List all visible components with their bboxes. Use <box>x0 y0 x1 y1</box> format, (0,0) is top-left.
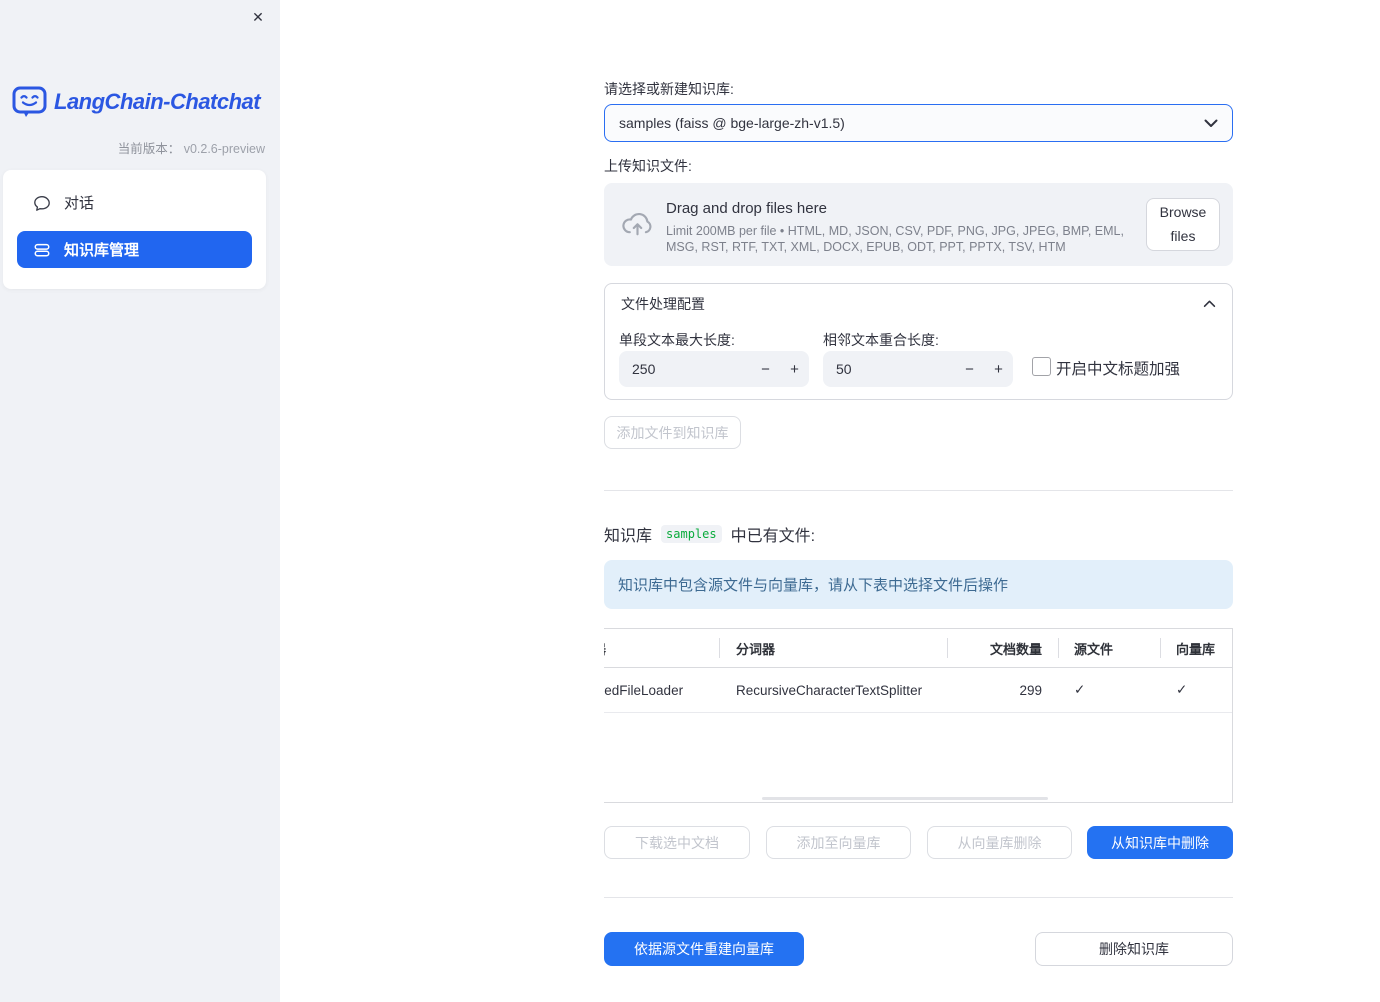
dropzone-limit-text: Limit 200MB per file • HTML, MD, JSON, C… <box>666 224 1124 254</box>
delete-kb-base-button[interactable]: 删除知识库 <box>1035 932 1233 966</box>
column-header-splitter[interactable]: 分词器 <box>719 629 947 667</box>
dropzone-title: Drag and drop files here <box>666 200 827 217</box>
file-uploader-dropzone[interactable]: Drag and drop files here Limit 200MB per… <box>604 183 1233 266</box>
chunk-overlap-label: 相邻文本重合长度: <box>823 332 939 348</box>
add-files-to-kb-button[interactable]: 添加文件到知识库 <box>604 416 741 449</box>
download-selected-docs-button[interactable]: 下载选中文档 <box>604 826 750 859</box>
logo-chat-smiley-icon <box>12 86 48 118</box>
delete-from-kb-button[interactable]: 从知识库中删除 <box>1087 826 1233 859</box>
upload-label: 上传知识文件: <box>604 158 692 174</box>
sidebar-item-kb-management[interactable]: 知识库管理 <box>17 231 252 268</box>
cell-vector-store-check: ✓ <box>1176 682 1188 697</box>
zh-title-enhance-checkbox[interactable] <box>1032 357 1051 376</box>
column-header-loader[interactable]: 文档加载器 <box>604 629 719 667</box>
kb-files-suffix: 中已有文件: <box>730 528 816 545</box>
kb-name-code: samples <box>661 525 722 543</box>
version-label: 当前版本： <box>117 142 181 156</box>
kb-files-table[interactable]: 文档加载器 分词器 文档数量 源文件 向量库 UnstructuredFileL… <box>604 628 1233 803</box>
info-alert: 知识库中包含源文件与向量库，请从下表中选择文件后操作 <box>604 560 1233 609</box>
divider <box>604 897 1233 898</box>
table-row[interactable]: UnstructuredFileLoader RecursiveCharacte… <box>604 668 1232 713</box>
app-logo: LangChain-Chatchat <box>12 86 261 118</box>
table-header-row: 文档加载器 分词器 文档数量 源文件 向量库 <box>604 629 1232 668</box>
version-text: 当前版本： v0.2.6-preview <box>118 138 265 157</box>
sidebar-item-chat[interactable]: 对话 <box>17 184 252 221</box>
cell-doc-count: 299 <box>1019 682 1042 698</box>
expander-header[interactable]: 文件处理配置 <box>605 284 1232 324</box>
file-config-expander: 文件处理配置 单段文本最大长度: 相邻文本重合长度: 250 − + 50 − … <box>604 283 1233 400</box>
sidebar-item-label: 对话 <box>64 195 95 212</box>
logo-text: LangChain-Chatchat <box>54 89 261 114</box>
divider <box>604 490 1233 491</box>
cell-loader: UnstructuredFileLoader <box>604 682 684 698</box>
plus-icon[interactable]: + <box>780 351 809 387</box>
sidebar: ✕ LangChain-Chatchat 当前版本： v0.2.6-previe… <box>0 0 280 1002</box>
plus-icon[interactable]: + <box>984 351 1013 387</box>
kb-select-value: samples (faiss @ bge-large-zh-v1.5) <box>619 115 845 131</box>
chunk-overlap-value: 50 <box>836 361 852 377</box>
chunk-size-stepper[interactable]: 250 − + <box>619 351 809 387</box>
kb-select-dropdown[interactable]: samples (faiss @ bge-large-zh-v1.5) <box>604 104 1233 142</box>
kb-files-heading: 知识库 samples 中已有文件: <box>604 522 1233 546</box>
cell-splitter: RecursiveCharacterTextSplitter <box>736 682 923 698</box>
kb-files-prefix: 知识库 <box>604 528 653 545</box>
column-header-source-file[interactable]: 源文件 <box>1058 629 1160 667</box>
chat-bubble-icon <box>33 194 51 212</box>
column-header-vector-store[interactable]: 向量库 <box>1160 629 1232 667</box>
zh-title-enhance-label[interactable]: 开启中文标题加强 <box>1056 357 1180 379</box>
sidebar-close-icon[interactable]: ✕ <box>248 7 268 27</box>
delete-from-vector-store-button[interactable]: 从向量库删除 <box>927 826 1072 859</box>
chevron-up-icon <box>1203 300 1216 308</box>
minus-icon[interactable]: − <box>955 351 984 387</box>
table-horizontal-scrollbar[interactable] <box>762 797 1048 800</box>
sidebar-menu: 对话 知识库管理 <box>3 170 266 289</box>
kb-select-label: 请选择或新建知识库: <box>604 81 734 97</box>
sidebar-item-label: 知识库管理 <box>64 242 140 259</box>
app-root: ✕ LangChain-Chatchat 当前版本： v0.2.6-previe… <box>0 0 1380 1002</box>
browse-files-button[interactable]: Browse files <box>1146 198 1220 251</box>
add-to-vector-store-button[interactable]: 添加至向量库 <box>766 826 911 859</box>
minus-icon[interactable]: − <box>751 351 780 387</box>
rebuild-vector-store-button[interactable]: 依据源文件重建向量库 <box>604 932 804 966</box>
info-alert-text: 知识库中包含源文件与向量库，请从下表中选择文件后操作 <box>618 577 1009 594</box>
cell-source-file-check: ✓ <box>1074 682 1086 697</box>
chunk-size-label: 单段文本最大长度: <box>619 332 735 348</box>
chevron-down-icon <box>1204 119 1218 128</box>
knowledge-base-icon <box>33 241 51 259</box>
column-header-doc-count[interactable]: 文档数量 <box>947 629 1058 667</box>
cloud-upload-icon <box>619 206 656 243</box>
chunk-size-value: 250 <box>632 361 656 377</box>
version-value: v0.2.6-preview <box>183 142 265 156</box>
expander-title: 文件处理配置 <box>621 296 705 312</box>
chunk-overlap-stepper[interactable]: 50 − + <box>823 351 1013 387</box>
table-action-buttons: 下载选中文档 添加至向量库 从向量库删除 从知识库中删除 <box>604 826 1233 859</box>
